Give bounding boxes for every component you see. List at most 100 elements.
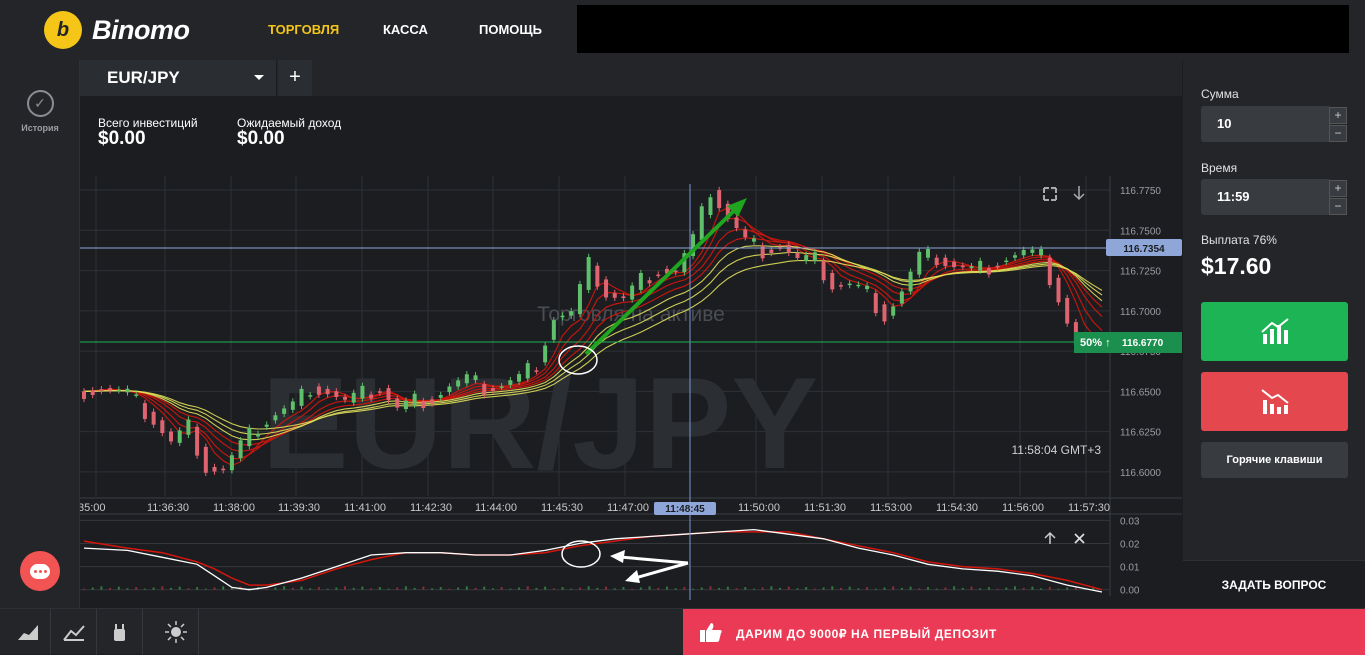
osc-histogram-bar: [953, 586, 956, 590]
candle-body: [430, 399, 435, 404]
osc-histogram-bar: [813, 588, 816, 590]
time-increase-button[interactable]: +: [1329, 180, 1347, 197]
chart-type-button[interactable]: [5, 609, 51, 655]
osc-histogram-bar: [213, 587, 216, 590]
amount-value: 10: [1217, 116, 1232, 131]
amount-label: Сумма: [1201, 87, 1239, 101]
indicators-button[interactable]: [51, 609, 97, 655]
call-up-button[interactable]: [1201, 302, 1348, 361]
candle-body: [525, 363, 530, 379]
time-decrease-button[interactable]: −: [1329, 198, 1347, 215]
candle-body: [604, 279, 609, 298]
candle-body: [908, 271, 913, 292]
candle-body: [795, 252, 800, 259]
osc-histogram-bar: [300, 586, 303, 590]
candle-body: [969, 266, 974, 269]
asset-tab-eurjpy[interactable]: EUR/JPY: [80, 60, 277, 96]
candle-body: [203, 446, 208, 473]
candle-body: [412, 393, 417, 406]
osc-histogram-bar: [631, 588, 634, 590]
osc-histogram-bar: [709, 586, 712, 590]
osc-histogram-bar: [961, 587, 964, 590]
osc-histogram-bar: [361, 586, 364, 590]
history-button[interactable]: ✓ История: [0, 90, 80, 133]
amount-field[interactable]: 10: [1201, 106, 1331, 142]
osc-histogram-bar: [309, 588, 312, 590]
osc-histogram-bar: [474, 587, 477, 590]
price-chart[interactable]: EUR/JPY Торговля на активе 116.7750 116.7…: [80, 96, 1182, 608]
ask-question-button[interactable]: ЗАДАТЬ ВОПРОС: [1183, 560, 1365, 608]
candle-body: [229, 455, 234, 471]
osc-histogram-bar: [822, 587, 825, 590]
osc-histogram-bar: [718, 587, 721, 590]
osc-histogram-bar: [161, 586, 164, 590]
promo-text: ДАРИМ ДО 9000₽ НА ПЕРВЫЙ ДЕПОЗИТ: [736, 627, 997, 641]
nav-cashier[interactable]: КАССА: [383, 22, 428, 37]
osc-histogram-bar: [1013, 586, 1016, 590]
chart-area[interactable]: EUR/JPY Торговля на активе 116.7750 116.7…: [80, 96, 1182, 608]
candle-body: [456, 380, 461, 387]
time-tick: 11:50:00: [738, 502, 780, 514]
osc-histogram-bar: [422, 586, 425, 590]
osc-histogram-bar: [126, 588, 129, 590]
osc-histogram-bar: [518, 587, 521, 590]
candle-body: [134, 394, 139, 396]
candle-body: [273, 415, 278, 421]
chat-button[interactable]: [20, 551, 60, 591]
payout-label: Выплата 76%: [1201, 233, 1277, 247]
candle-body: [612, 293, 617, 298]
nav-help[interactable]: ПОМОЩЬ: [479, 22, 542, 37]
osc-histogram-bar: [83, 588, 85, 590]
payout-badge: 50% ↑: [1080, 337, 1111, 349]
candle-body: [638, 272, 643, 290]
candle-body: [186, 419, 191, 435]
osc-histogram-bar: [483, 586, 486, 590]
cursor-time: 11:48:45: [665, 504, 705, 515]
osc-histogram-bar: [744, 587, 747, 590]
promo-banner[interactable]: ДАРИМ ДО 9000₽ НА ПЕРВЫЙ ДЕПОЗИТ: [683, 609, 1365, 655]
candle-body: [1056, 277, 1061, 303]
osc-histogram-bar: [100, 586, 103, 590]
osc-histogram-bar: [926, 587, 929, 590]
osc-histogram-bar: [152, 587, 155, 590]
candle-body: [830, 272, 835, 290]
osc-histogram-bar: [918, 588, 921, 590]
candle-body: [551, 320, 556, 340]
sun-icon: [164, 621, 187, 643]
osc-histogram-bar: [204, 588, 207, 590]
theme-button[interactable]: [153, 609, 199, 655]
candle-body: [369, 394, 374, 399]
candle-body: [377, 391, 382, 393]
hotkeys-button[interactable]: Горячие клавиши: [1201, 442, 1348, 478]
candle-body: [708, 197, 713, 216]
chevron-down-icon[interactable]: [254, 75, 264, 80]
drawing-tools-button[interactable]: [97, 609, 143, 655]
left-sidebar: ✓ История: [0, 60, 80, 608]
price-tick: 116.7750: [1120, 186, 1161, 197]
candle-body: [934, 257, 939, 265]
osc-histogram-bar: [1057, 588, 1060, 590]
add-asset-button[interactable]: +: [278, 60, 312, 96]
osc-histogram-bar: [387, 588, 390, 590]
amount-increase-button[interactable]: +: [1329, 107, 1347, 124]
osc-histogram-bar: [109, 587, 112, 590]
amount-decrease-button[interactable]: −: [1329, 125, 1347, 142]
candle-body: [925, 248, 930, 258]
candle-body: [577, 284, 582, 315]
osc-histogram-bar: [987, 587, 990, 590]
osc-histogram-bar: [831, 586, 834, 590]
brand-logo[interactable]: b Binomo: [44, 11, 190, 49]
osc-histogram-bar: [135, 587, 138, 590]
time-label: Время: [1201, 161, 1238, 175]
put-down-button[interactable]: [1201, 372, 1348, 431]
osc-histogram-bar: [535, 587, 538, 590]
time-field[interactable]: 11:59: [1201, 179, 1331, 215]
osc-histogram-bar: [779, 587, 782, 590]
trading-status-overlay: Торговля на активе: [537, 303, 725, 326]
osc-histogram-bar: [700, 587, 703, 590]
candle-body: [421, 400, 426, 409]
osc-histogram-bar: [439, 587, 442, 590]
osc-histogram-bar: [1040, 588, 1043, 590]
chart-down-icon: [1260, 388, 1289, 414]
nav-trading[interactable]: ТОРГОВЛЯ: [268, 22, 339, 37]
